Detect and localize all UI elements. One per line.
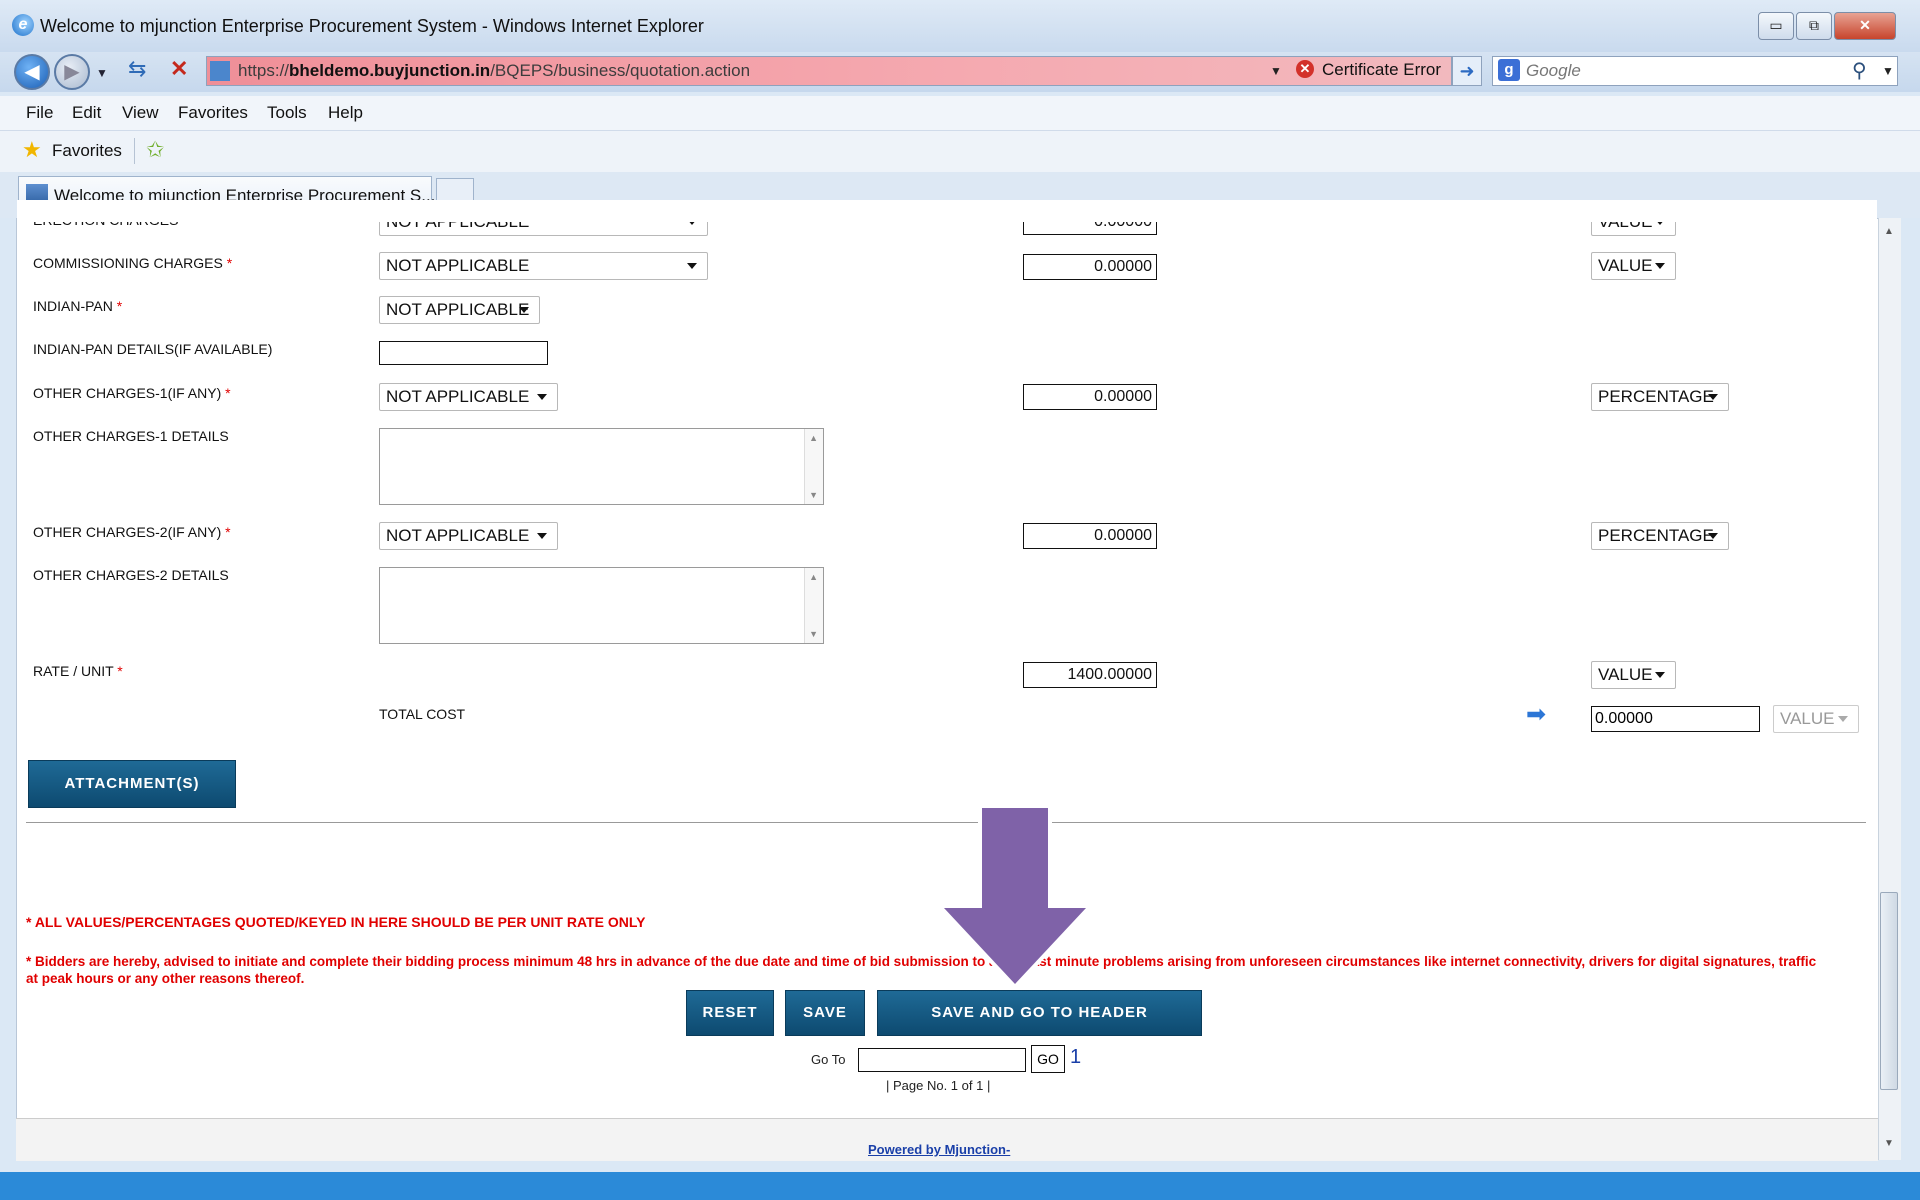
textarea-scrollbar[interactable]: ▲ ▼: [804, 568, 823, 643]
forward-button[interactable]: ▶: [54, 54, 90, 90]
other-charges-1-select[interactable]: NOT APPLICABLE: [379, 383, 558, 411]
commissioning-charges-label: COMMISSIONING CHARGES *: [33, 255, 233, 271]
address-dropdown-icon[interactable]: ▼: [1270, 64, 1282, 78]
other-charges-2-amount[interactable]: 0.00000: [1023, 523, 1157, 549]
slide-bottom-band: [0, 1172, 1920, 1200]
ie-logo-icon: e: [12, 14, 34, 36]
menu-file[interactable]: File: [26, 103, 53, 123]
other-charges-1-amount[interactable]: 0.00000: [1023, 384, 1157, 410]
attachments-button[interactable]: ATTACHMENT(S): [28, 760, 236, 808]
other-charges-2-label: OTHER CHARGES-2(IF ANY) *: [33, 524, 231, 540]
other-charges-2-details-textarea[interactable]: ▲ ▼: [379, 567, 824, 644]
site-favicon-icon: [210, 61, 230, 81]
annotation-arrow-icon: [940, 808, 1090, 986]
certificate-error-icon[interactable]: ✕: [1296, 60, 1314, 78]
scroll-up-icon[interactable]: ▲: [1884, 226, 1894, 237]
address-url[interactable]: https://bheldemo.buyjunction.in/BQEPS/bu…: [238, 61, 750, 81]
menu-help[interactable]: Help: [328, 103, 363, 123]
bidding-advisory-notice: * Bidders are hereby, advised to initiat…: [26, 954, 1817, 986]
commissioning-charges-select[interactable]: NOT APPLICABLE: [379, 252, 708, 280]
menu-edit[interactable]: Edit: [72, 103, 101, 123]
indian-pan-details-input[interactable]: [379, 341, 548, 365]
tabstrip-overlay: [0, 172, 1920, 218]
other-charges-2-details-label: OTHER CHARGES-2 DETAILS: [33, 567, 229, 583]
total-cost-label: TOTAL COST: [379, 706, 466, 722]
favorites-button[interactable]: Favorites: [52, 141, 122, 161]
menu-favorites[interactable]: Favorites: [178, 103, 248, 123]
other-charges-1-details-label: OTHER CHARGES-1 DETAILS: [33, 428, 229, 444]
indian-pan-label: INDIAN-PAN *: [33, 298, 123, 314]
add-to-favorites-icon[interactable]: ✩: [146, 137, 164, 163]
search-icon[interactable]: ⚲: [1852, 58, 1867, 83]
total-cost-unit-select: VALUE: [1773, 705, 1859, 733]
rate-unit-amount[interactable]: 1400.00000: [1023, 662, 1157, 688]
goto-page-input[interactable]: [858, 1048, 1026, 1072]
page-link[interactable]: 1: [1070, 1046, 1081, 1069]
commissioning-charges-amount[interactable]: 0.00000: [1023, 254, 1157, 280]
other-charges-2-unit-select[interactable]: PERCENTAGE: [1591, 522, 1729, 550]
close-button[interactable]: ✕: [1834, 12, 1896, 40]
stop-icon[interactable]: ✕: [170, 56, 188, 82]
history-dropdown-icon[interactable]: ▼: [96, 66, 108, 80]
search-placeholder[interactable]: Google: [1526, 61, 1581, 81]
arrow-right-icon: ➡: [1526, 701, 1547, 728]
other-charges-1-details-textarea[interactable]: ▲ ▼: [379, 428, 824, 505]
maximize-button[interactable]: ⧉: [1796, 12, 1832, 40]
powered-by-link[interactable]: Powered by Mjunction-: [868, 1142, 1010, 1157]
total-cost-value: 0.00000: [1591, 706, 1760, 732]
minimize-button[interactable]: ▭: [1758, 12, 1794, 40]
other-charges-1-unit-select[interactable]: PERCENTAGE: [1591, 383, 1729, 411]
back-button[interactable]: ◀: [14, 54, 50, 90]
reset-button[interactable]: RESET: [686, 990, 774, 1036]
favorites-bar: [0, 130, 1920, 173]
certificate-error-label[interactable]: Certificate Error: [1322, 60, 1441, 80]
rate-unit-label: RATE / UNIT *: [33, 663, 123, 679]
indian-pan-select[interactable]: NOT APPLICABLE: [379, 296, 540, 324]
goto-label: Go To: [811, 1052, 846, 1067]
window-title: Welcome to mjunction Enterprise Procurem…: [40, 16, 704, 36]
menu-tools[interactable]: Tools: [267, 103, 307, 123]
scroll-down-icon[interactable]: ▼: [1884, 1138, 1894, 1149]
other-charges-2-select[interactable]: NOT APPLICABLE: [379, 522, 558, 550]
go-button[interactable]: GO: [1031, 1045, 1065, 1073]
save-and-go-to-header-button[interactable]: SAVE AND GO TO HEADER: [877, 990, 1202, 1036]
go-arrow-icon[interactable]: ➜: [1452, 56, 1482, 86]
save-button[interactable]: SAVE: [785, 990, 865, 1036]
refresh-icon[interactable]: ⇆: [128, 56, 146, 82]
textarea-scrollbar[interactable]: ▲ ▼: [804, 429, 823, 504]
indian-pan-details-label: INDIAN-PAN DETAILS(IF AVAILABLE): [33, 341, 273, 357]
scrollbar-thumb[interactable]: [1880, 892, 1898, 1090]
commissioning-charges-unit-select[interactable]: VALUE: [1591, 252, 1676, 280]
page-info: | Page No. 1 of 1 |: [886, 1078, 991, 1093]
google-icon: g: [1498, 59, 1520, 81]
favorites-star-icon[interactable]: ★: [22, 137, 42, 163]
other-charges-1-label: OTHER CHARGES-1(IF ANY) *: [33, 385, 231, 401]
menu-view[interactable]: View: [122, 103, 159, 123]
rate-unit-unit-select[interactable]: VALUE: [1591, 661, 1676, 689]
search-options-icon[interactable]: ▼: [1882, 64, 1894, 78]
favorites-divider: [134, 138, 135, 164]
